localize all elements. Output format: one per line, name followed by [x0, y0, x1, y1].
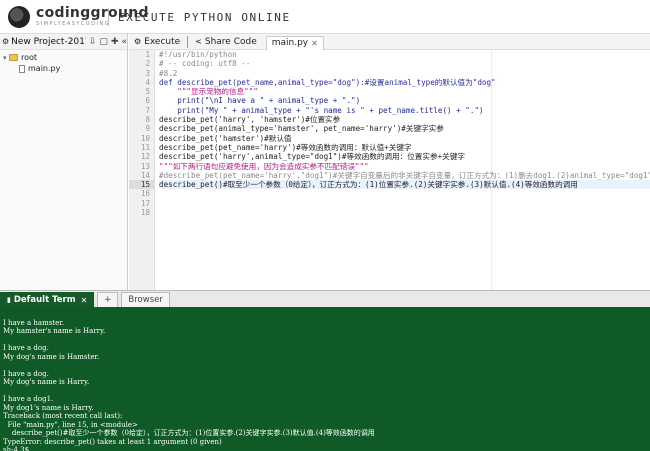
line-number: 1 [145, 50, 150, 59]
terminal-line: My hamster's name is Harry. [3, 327, 106, 335]
line-number: 3 [145, 68, 150, 78]
code-line[interactable]: """如下两行语句应避免使用，因为会造成实参不匹配错误""" [159, 162, 650, 171]
tree-root-label: root [21, 53, 38, 62]
terminal-tab-bar: ▮ Default Term ✕ + Browser [0, 290, 650, 307]
page-title: EXECUTE PYTHON ONLINE [118, 11, 291, 24]
terminal-line: File "main.py", line 15, in <module> [3, 420, 138, 429]
add-icon[interactable]: ✚ [111, 37, 119, 47]
code-line[interactable]: describe_pet('harry',animal_type="dog1")… [159, 152, 650, 161]
code-line[interactable]: describe_pet()#取至少一个参数（0给定），订正方式为：(1)位置实… [159, 180, 650, 190]
code-line[interactable]: #8.2 [159, 69, 650, 78]
code-line[interactable]: """显示宠物的信息""" [159, 87, 650, 96]
line-number: 9 [145, 124, 150, 134]
close-icon[interactable]: ✕ [81, 296, 88, 305]
line-number: 10 [140, 133, 150, 143]
project-sidebar: ⚙ New Project-201708 ⇩ ▢ ✚ « ▾ root main… [0, 34, 128, 290]
line-number: 16 [140, 189, 150, 199]
line-number-gutter: 1 2 3 4 5 6 7 8 9 10 11 12 13 14 15 16 17 18 [129, 50, 155, 290]
code-editor[interactable]: 1 2 3 4 5 6 7 8 9 10 11 12 13 14 15 16 17 18 #!/usr/bin/p… [129, 50, 650, 290]
line-number: 13 [140, 161, 150, 171]
code-line[interactable]: describe_pet(pet_name='harry')#等效函数的调用：默… [159, 143, 650, 152]
terminal-line: I have a hamster. [3, 318, 65, 327]
code-line[interactable]: #describe_pet(pet_name='harry',"dog1")#关… [159, 171, 650, 180]
execute-label: Execute [144, 36, 181, 47]
line-number: 17 [140, 198, 150, 208]
header-divider [108, 8, 109, 26]
line-number: 18 [140, 208, 150, 218]
project-title[interactable]: New Project-201708 [11, 37, 86, 47]
line-number: 4 [145, 77, 150, 87]
terminal-line: TypeError: describe_pet() takes at least… [3, 437, 222, 446]
terminal-line: describe_pet()#取至少一个参数（0给定），订正方式为：(1)位置实… [3, 429, 375, 437]
default-term-label: Default Term [13, 295, 76, 305]
coding-ground-logo [8, 6, 30, 28]
code-line[interactable]: print("\nI have a " + animal_type + ".") [159, 96, 650, 105]
code-line[interactable]: describe_pet('harry', 'hamster')#位置实参 [159, 115, 650, 124]
share-icon: < [195, 37, 202, 46]
line-number: 15 [129, 180, 154, 190]
terminal-output[interactable]: I have a hamster. My hamster's name is Ha… [0, 307, 650, 451]
file-icon [19, 64, 25, 73]
add-terminal-button[interactable]: + [97, 292, 119, 307]
tree-file-label: main.py [28, 64, 61, 73]
collapse-icon[interactable]: « [121, 37, 127, 47]
tab-main-py[interactable]: main.py ✕ [265, 35, 324, 50]
tree-root[interactable]: ▾ root [3, 52, 127, 63]
tab-default-term[interactable]: ▮ Default Term ✕ [0, 292, 95, 307]
terminal-line: My dog1's name is Harry. [3, 403, 94, 412]
code-line[interactable]: describe_pet('hamster')#默认值 [159, 134, 650, 143]
browser-label: Browser [128, 295, 163, 305]
tab-browser[interactable]: Browser [121, 292, 170, 307]
terminal-icon: ▮ [7, 296, 11, 304]
tab-label: main.py [271, 38, 309, 48]
terminal-line: My dog's name is Harry. [3, 378, 90, 386]
code-line[interactable] [159, 199, 650, 208]
toolbar-divider [187, 35, 189, 48]
terminal-line: sh-4.3$ [3, 446, 30, 451]
code-line[interactable]: # -- coding: utf8 -- [159, 59, 650, 68]
code-line[interactable]: #!/usr/bin/python [159, 50, 650, 59]
code-line[interactable]: print("My " + animal_type + "'s name is … [159, 106, 650, 115]
sidebar-toolbar: ⚙ New Project-201708 ⇩ ▢ ✚ « [0, 34, 127, 50]
line-number: 12 [140, 152, 150, 162]
app-header: codingground SIMPLYEASYCODING EXECUTE PY… [0, 0, 650, 34]
line-number: 5 [145, 87, 150, 97]
share-code-label: Share Code [204, 36, 257, 47]
close-icon[interactable]: ✕ [311, 39, 318, 48]
line-number: 11 [140, 142, 150, 152]
add-terminal-label: + [104, 295, 112, 305]
logo-subtext: SIMPLYEASYCODING [36, 21, 111, 27]
execute-button[interactable]: ⚙ Execute [129, 34, 185, 50]
line-number: 8 [145, 115, 150, 125]
settings-icon[interactable]: ⚙ [2, 37, 9, 46]
file-tree: ▾ root main.py [0, 50, 127, 74]
line-number: 2 [145, 59, 150, 69]
terminal-line: My dog's name is Hamster. [3, 352, 100, 361]
code-line[interactable]: describe_pet(animal_type='hamster', pet_… [159, 124, 650, 133]
folder-icon [9, 54, 18, 61]
terminal-line: I have a dog1. [3, 395, 54, 403]
terminal-line: Traceback (most recent call last): [3, 412, 123, 420]
new-file-icon[interactable]: ▢ [99, 37, 108, 47]
terminal-line: I have a dog. [3, 344, 49, 352]
editor-toolbar: ⚙ Execute < Share Code main.py ✕ [129, 34, 650, 50]
line-number: 7 [145, 105, 150, 115]
code-line[interactable]: def describe_pet(pet_name,animal_type="d… [159, 78, 650, 87]
line-number: 6 [145, 96, 150, 106]
terminal-line: I have a dog. [3, 369, 49, 378]
code-area[interactable]: #!/usr/bin/python # -- coding: utf8 -- #8.… [159, 50, 650, 290]
code-line[interactable] [159, 189, 650, 198]
line-number: 14 [140, 170, 150, 180]
tree-file-main[interactable]: main.py [3, 63, 127, 74]
code-line[interactable] [159, 208, 650, 217]
share-code-button[interactable]: < Share Code [190, 34, 262, 50]
download-icon[interactable]: ⇩ [89, 37, 97, 47]
gear-icon: ⚙ [134, 37, 142, 46]
